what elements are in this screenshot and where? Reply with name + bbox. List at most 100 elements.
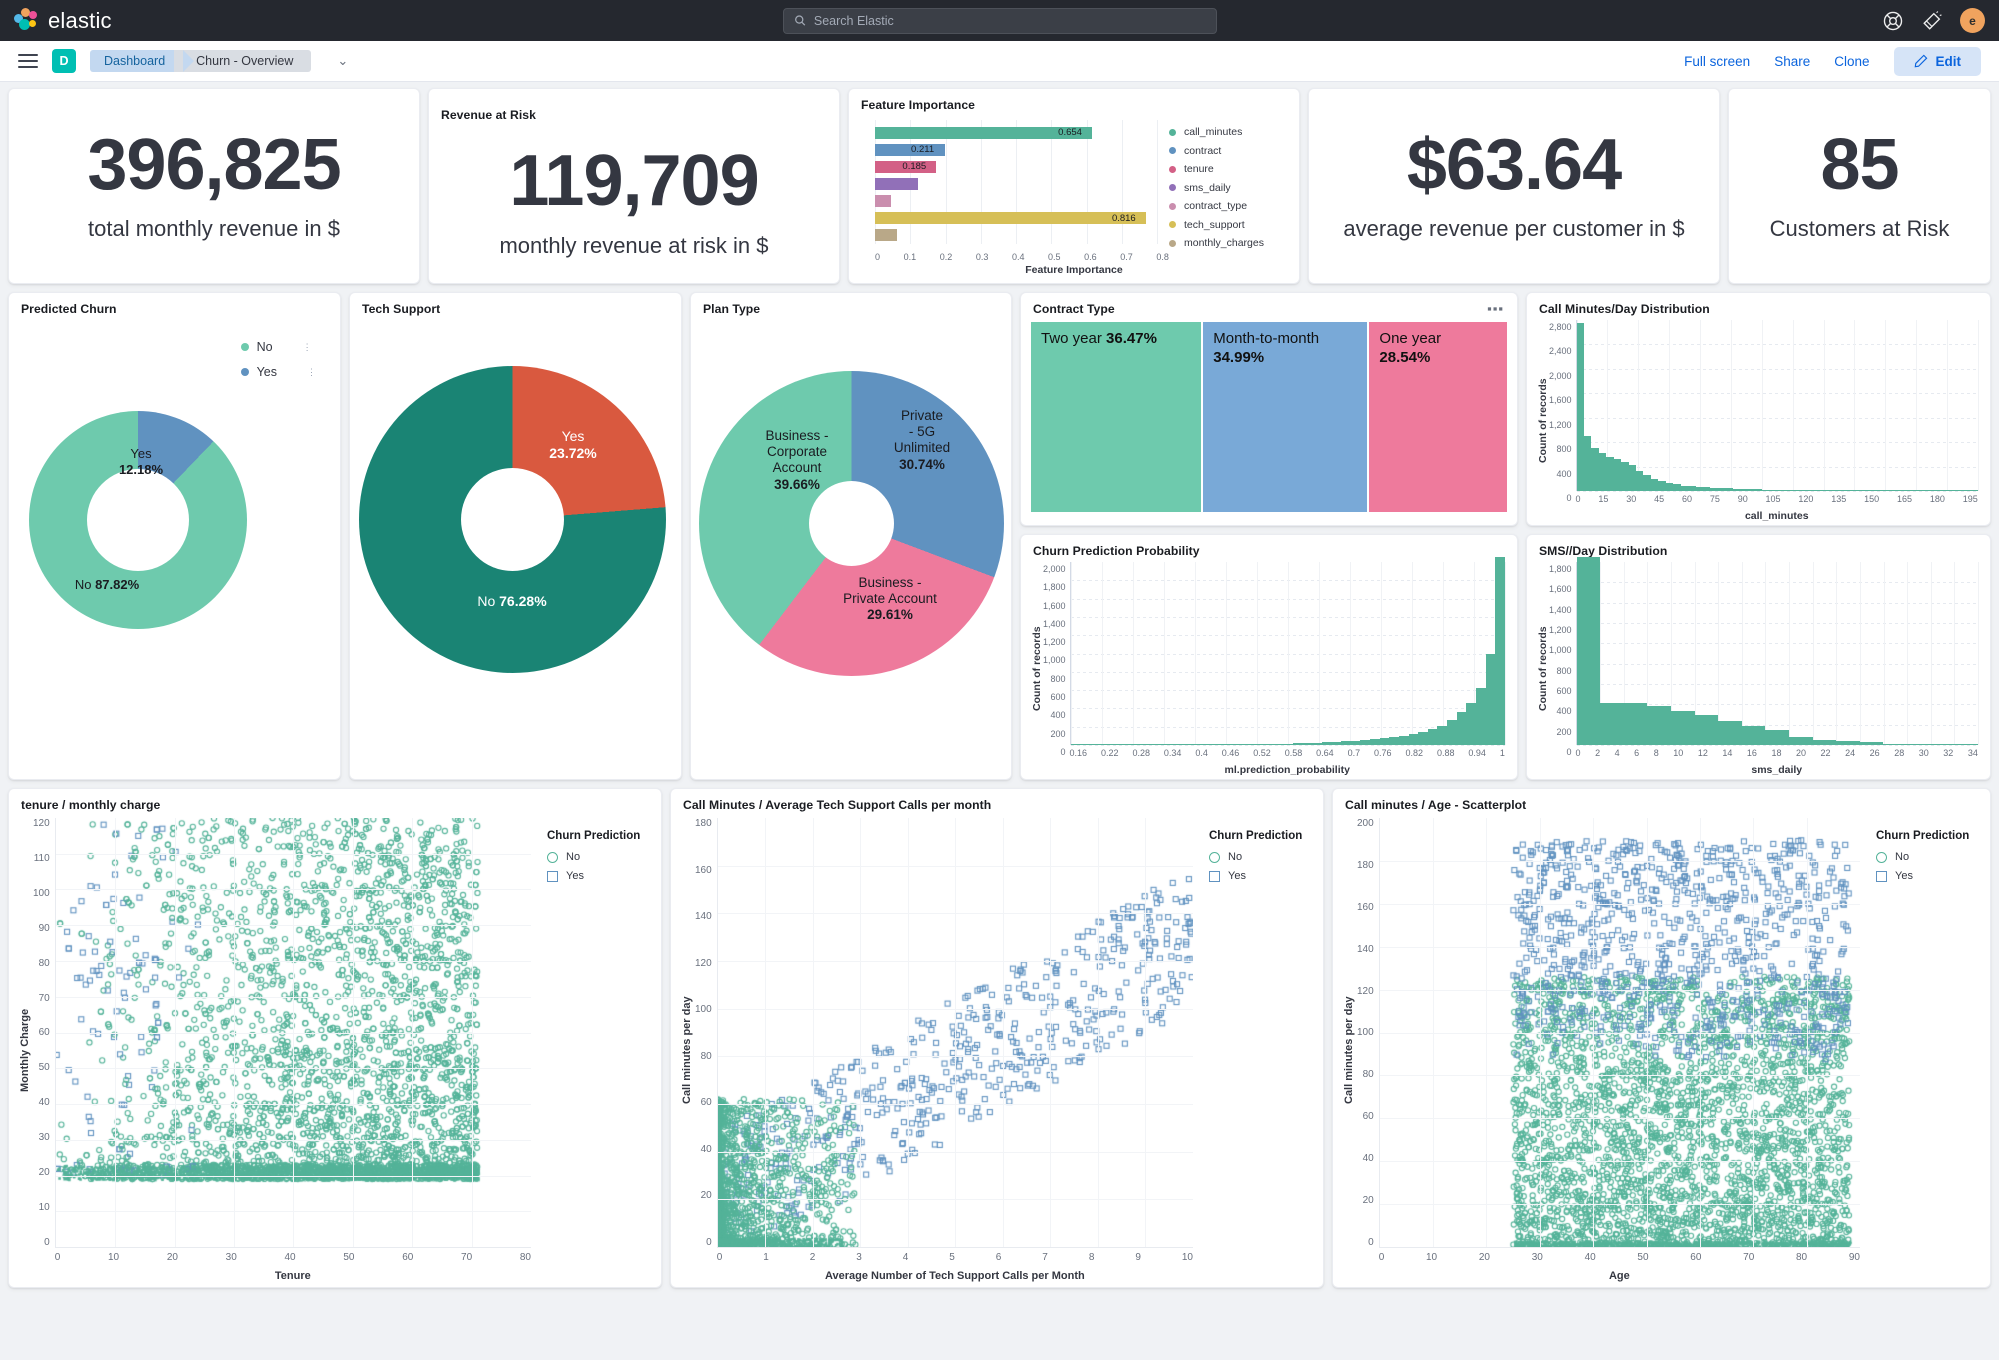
help-icon[interactable] [1882, 10, 1904, 32]
search-input[interactable] [813, 13, 1206, 28]
legend-item[interactable]: tenure [1169, 163, 1289, 175]
histogram-bar[interactable] [1576, 323, 1584, 491]
histogram-bar[interactable] [1747, 489, 1756, 491]
panel-tenure-monthly-charge[interactable]: tenure / monthly charge Monthly Charge 1… [8, 788, 662, 1288]
histogram-bar[interactable] [1792, 490, 1800, 491]
announcements-icon[interactable] [1921, 10, 1943, 32]
panel-average-revenue-per-customer[interactable]: $63.64 average revenue per customer in $ [1308, 88, 1720, 284]
legend-item[interactable]: call_minutes [1169, 126, 1289, 138]
histogram-bar[interactable] [1948, 490, 1956, 491]
histogram-bar[interactable] [1302, 743, 1312, 745]
histogram-bar[interactable] [1350, 740, 1361, 745]
feature-bar[interactable] [875, 195, 1169, 208]
histogram-bar[interactable] [1476, 688, 1486, 745]
histogram-bar[interactable] [1244, 744, 1254, 745]
histogram-bar[interactable] [1695, 486, 1703, 491]
histogram-bar[interactable] [1147, 744, 1158, 745]
panel-plan-type[interactable]: Plan Type Business - Corporate Account 39.6… [690, 292, 1012, 780]
histogram-bar[interactable] [1963, 490, 1971, 491]
legend-item-yes[interactable]: Yes ⋮ [240, 365, 316, 379]
histogram-bar[interactable] [1205, 744, 1216, 745]
share-button[interactable]: Share [1774, 54, 1810, 69]
histogram-bar[interactable] [1658, 481, 1666, 491]
breadcrumb-item-dashboard[interactable]: Dashboard [90, 50, 195, 72]
histogram-bar[interactable] [1762, 489, 1770, 491]
panel-total-monthly-revenue[interactable]: 396,825 total monthly revenue in $ [8, 88, 420, 284]
histogram-bar[interactable] [1807, 490, 1815, 491]
histogram-bar[interactable] [1176, 744, 1187, 745]
histogram-bar[interactable] [1765, 729, 1790, 745]
histogram-bar[interactable] [1418, 732, 1428, 745]
panel-call-minutes-tech-support[interactable]: Call Minutes / Average Tech Support Call… [670, 788, 1324, 1288]
legend-item-menu-icon[interactable]: ⋮ [303, 342, 312, 351]
legend-item[interactable]: sms_daily [1169, 182, 1289, 194]
legend-item-menu-icon[interactable]: ⋮ [307, 367, 316, 376]
legend-item[interactable]: contract_type [1169, 200, 1289, 212]
histogram-bar[interactable] [1389, 737, 1399, 745]
histogram-bar[interactable] [1874, 490, 1882, 491]
histogram-bar[interactable] [1710, 487, 1718, 491]
histogram-bar[interactable] [1099, 744, 1110, 745]
histogram-bar[interactable] [1128, 744, 1139, 745]
legend-item-no[interactable]: No [547, 851, 651, 863]
panel-call-minutes-distribution[interactable]: Call Minutes/Day Distribution Count of r… [1526, 292, 1991, 526]
histogram-bar[interactable] [1600, 702, 1624, 745]
histogram-bar[interactable] [1292, 743, 1303, 745]
histogram-bar[interactable] [1911, 490, 1919, 491]
histogram-bar[interactable] [1447, 720, 1457, 745]
histogram-bar[interactable] [1311, 742, 1322, 745]
histogram-bar[interactable] [1718, 720, 1742, 745]
histogram-bar[interactable] [1167, 744, 1177, 745]
histogram-bar[interactable] [1702, 487, 1711, 491]
feature-bar[interactable]: 0.211 [875, 143, 1169, 156]
chevron-down-icon[interactable]: ⌄ [337, 53, 348, 69]
histogram-bar[interactable] [1606, 456, 1614, 491]
histogram-bar[interactable] [1888, 490, 1897, 491]
histogram-bar[interactable] [1829, 490, 1837, 491]
histogram-bar[interactable] [1821, 490, 1830, 491]
elastic-logo[interactable]: elastic [14, 8, 112, 34]
breadcrumb-item-churn-overview[interactable]: Churn - Overview [174, 50, 312, 72]
histogram-bar[interactable] [1485, 653, 1496, 745]
histogram-bar[interactable] [1812, 739, 1837, 745]
histogram-bar[interactable] [1866, 490, 1875, 491]
feature-bar[interactable]: 0.185 [875, 160, 1169, 173]
histogram-bar[interactable] [1918, 490, 1927, 491]
histogram-bar[interactable] [1741, 726, 1766, 745]
histogram-bar[interactable] [1623, 703, 1648, 745]
histogram-bar[interactable] [1673, 484, 1681, 491]
histogram-bar[interactable] [1196, 744, 1206, 745]
histogram-bar[interactable] [1215, 744, 1226, 745]
histogram-bar[interactable] [1954, 744, 1978, 745]
histogram-bar[interactable] [1970, 490, 1979, 491]
histogram-bar[interactable] [1883, 743, 1908, 745]
histogram-bar[interactable] [1456, 712, 1467, 745]
histogram-bar[interactable] [1340, 741, 1351, 745]
feature-bar[interactable]: 0.816 [875, 212, 1169, 225]
panel-call-minutes-age[interactable]: Call minutes / Age - Scatterplot Call mi… [1332, 788, 1991, 1288]
histogram-bar[interactable] [1903, 490, 1912, 491]
legend-item-yes[interactable]: Yes [547, 870, 651, 882]
panel-predicted-churn[interactable]: Predicted Churn No ⋮ Yes ⋮ Yes 12.18% No… [8, 292, 341, 780]
legend-item-no[interactable]: No [1876, 851, 1980, 863]
panel-feature-importance[interactable]: Feature Importance 0.654 0.211 0.185 0.816 … [848, 88, 1300, 284]
histogram-bar[interactable] [1769, 489, 1778, 491]
histogram-bar[interactable] [1799, 490, 1808, 491]
panel-context-menu-icon[interactable]: ▪▪▪ [1482, 299, 1509, 318]
histogram-bar[interactable] [1670, 710, 1695, 745]
feature-bar[interactable] [875, 177, 1169, 190]
histogram-bar[interactable] [1851, 490, 1860, 491]
panel-contract-type[interactable]: Contract Type ▪▪▪ Two year 36.47% Month-… [1020, 292, 1518, 526]
histogram-bar[interactable] [1665, 483, 1674, 491]
space-avatar[interactable]: D [52, 49, 76, 73]
legend-item-yes[interactable]: Yes [1876, 870, 1980, 882]
legend-item-yes[interactable]: Yes [1209, 870, 1313, 882]
histogram-bar[interactable] [1254, 744, 1264, 745]
legend-item[interactable]: contract [1169, 145, 1289, 157]
histogram-bar[interactable] [1836, 741, 1860, 745]
histogram-bar[interactable] [1360, 739, 1370, 745]
histogram-bar[interactable] [1755, 489, 1763, 491]
histogram-bar[interactable] [1379, 738, 1390, 745]
global-search[interactable] [782, 7, 1217, 34]
histogram-bar[interactable] [1583, 436, 1592, 491]
